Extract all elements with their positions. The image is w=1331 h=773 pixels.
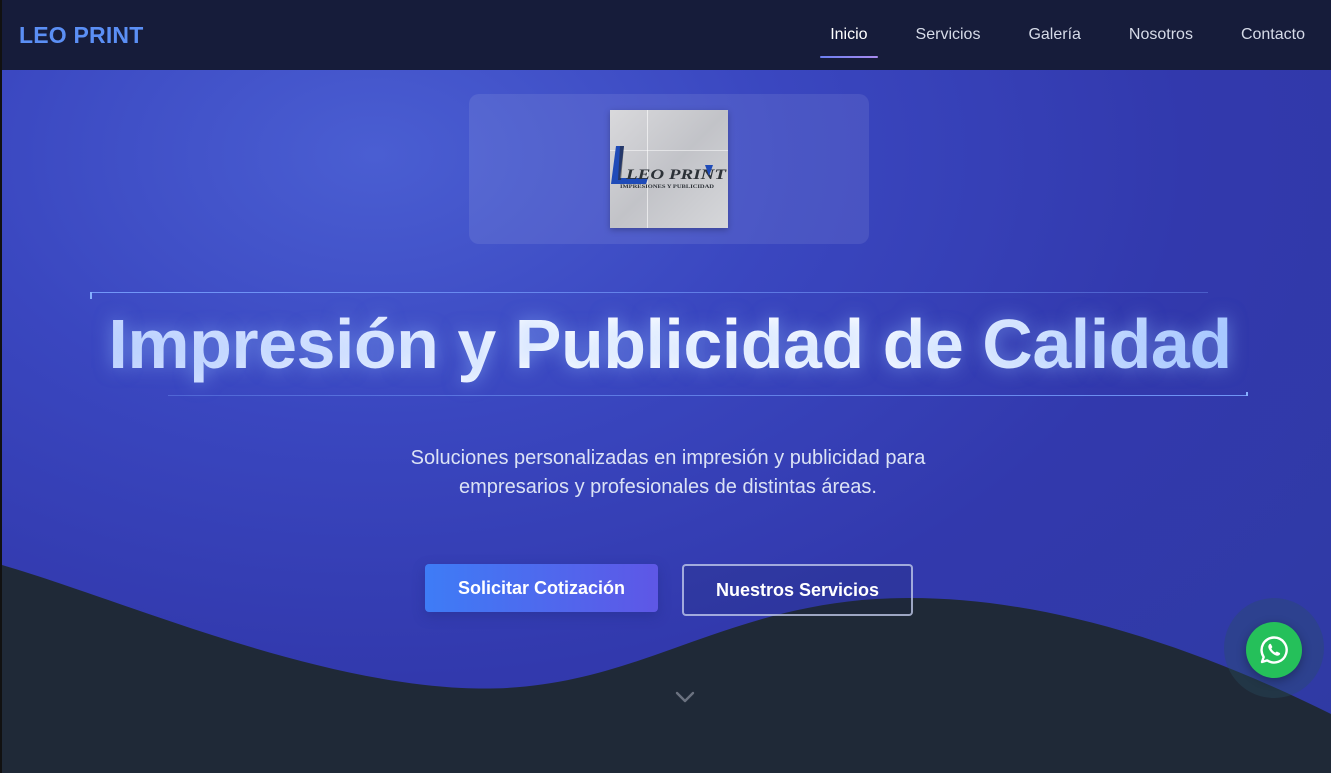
logo-card: LEO PRINT IMPRESIONES Y PUBLICIDAD	[469, 94, 869, 244]
hero-title: Impresión y Publicidad de Calidad	[90, 304, 1250, 384]
hero-wave-divider	[2, 565, 1331, 773]
logo-main-text: LEO PRINT	[625, 167, 727, 183]
logo-mark: LEO PRINT IMPRESIONES Y PUBLICIDAD	[611, 146, 727, 190]
nav-item-nosotros[interactable]: Nosotros	[1129, 20, 1193, 50]
request-quote-button[interactable]: Solicitar Cotización	[425, 564, 658, 612]
top-navbar: LEO PRINT Inicio Servicios Galería Nosot…	[2, 0, 1331, 70]
nav-item-galeria[interactable]: Galería	[1028, 20, 1080, 50]
logo-tagline: IMPRESIONES Y PUBLICIDAD	[620, 184, 714, 190]
nav-item-inicio[interactable]: Inicio	[820, 20, 879, 58]
title-divider-bottom	[168, 392, 1248, 396]
hero-title-frame: Impresión y Publicidad de Calidad	[90, 292, 1250, 396]
company-logo-image: LEO PRINT IMPRESIONES Y PUBLICIDAD	[610, 110, 728, 228]
hero-subtitle: Soluciones personalizadas en impresión y…	[368, 444, 968, 502]
title-divider-top	[90, 292, 1208, 299]
whatsapp-button[interactable]	[1246, 622, 1302, 678]
nav-item-servicios[interactable]: Servicios	[916, 20, 981, 50]
whatsapp-icon	[1260, 636, 1288, 664]
hero-subtitle-line-1: Soluciones personalizadas en impresión y…	[410, 447, 926, 469]
nav-links: Inicio Servicios Galería Nosotros Contac…	[782, 0, 1305, 70]
landing-page: LEO PRINT Inicio Servicios Galería Nosot…	[0, 0, 1331, 773]
brand-logo-text[interactable]: LEO PRINT	[19, 22, 143, 49]
nav-item-contacto[interactable]: Contacto	[1241, 20, 1305, 50]
chevron-down-icon[interactable]	[674, 690, 696, 704]
hero-subtitle-line-2: empresarios y profesionales de distintas…	[459, 476, 877, 498]
our-services-button[interactable]: Nuestros Servicios	[682, 564, 913, 616]
